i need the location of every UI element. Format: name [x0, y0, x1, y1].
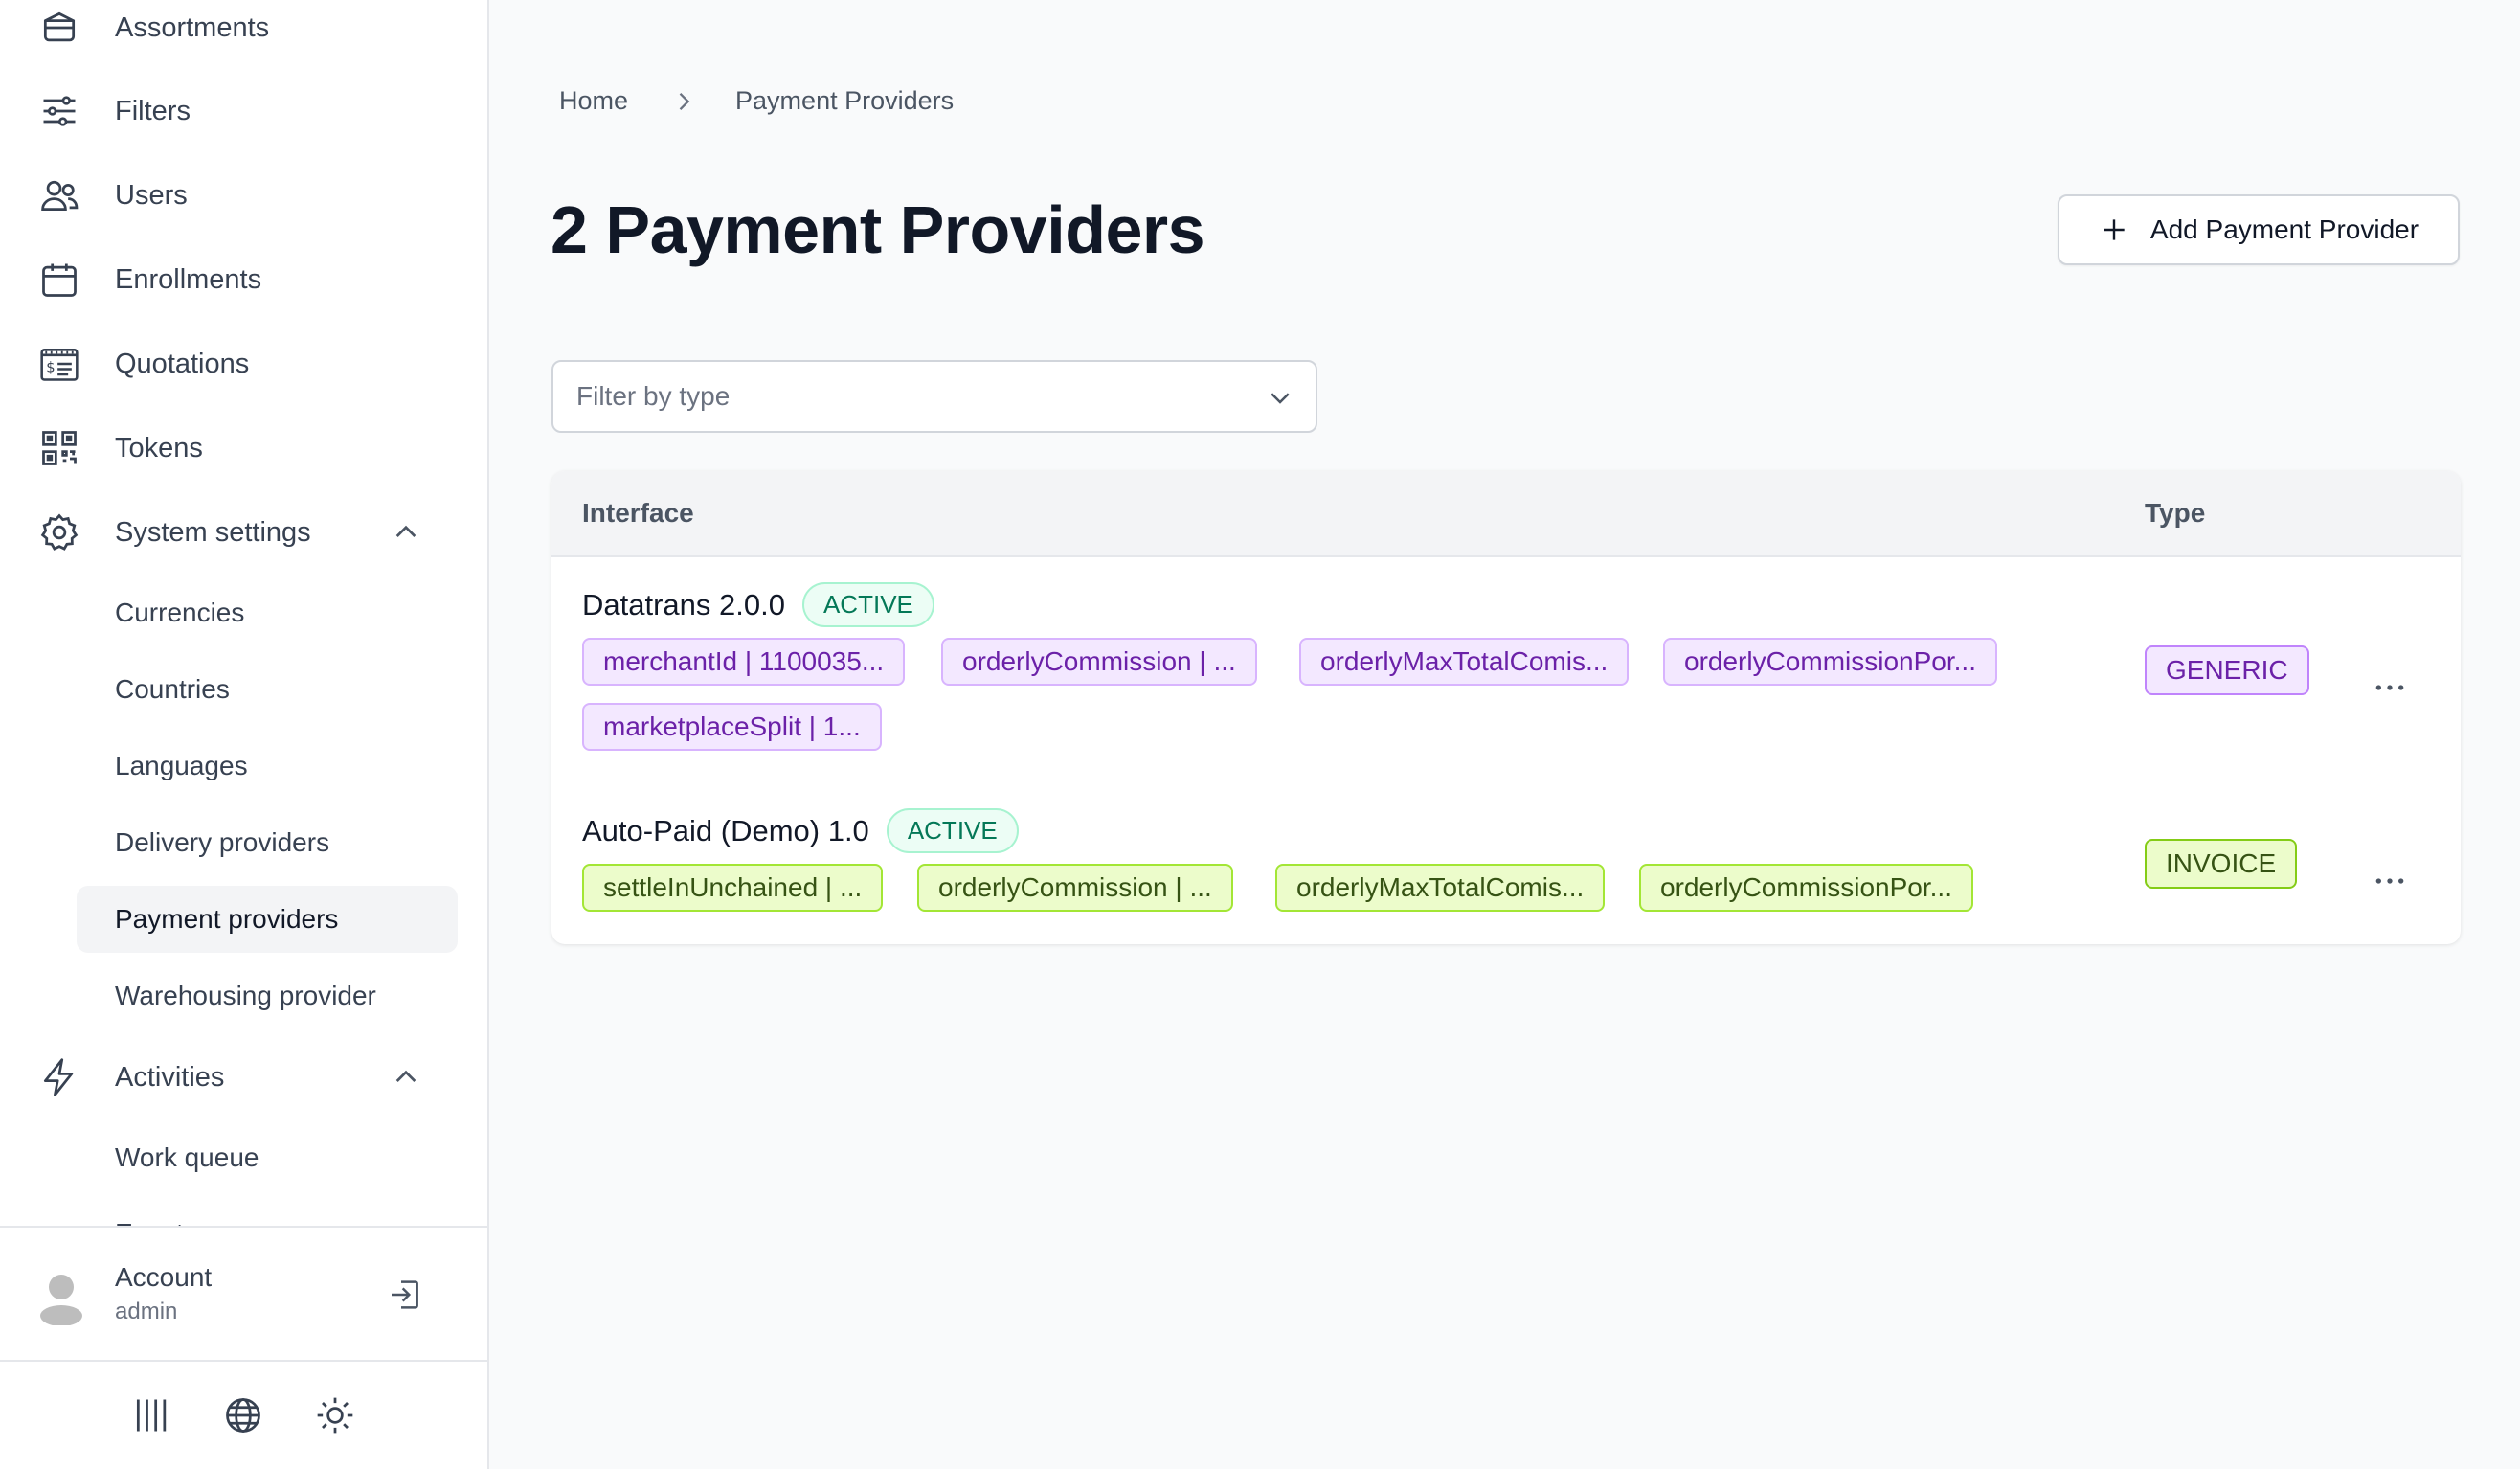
sidebar-item-label: Assortments: [115, 11, 270, 43]
provider-name[interactable]: Auto-Paid (Demo) 1.0 ACTIVE: [582, 808, 1019, 853]
type-badge: INVOICE: [2145, 839, 2298, 889]
config-chip[interactable]: merchantId | 1100035...: [582, 638, 906, 686]
receipt-icon: $: [38, 343, 80, 385]
config-chip[interactable]: orderlyMaxTotalComis...: [1275, 864, 1606, 912]
more-options-icon[interactable]: [2371, 862, 2409, 900]
sidebar-item-label: Tokens: [115, 432, 203, 463]
sidebar-item-activities[interactable]: Activities: [38, 1049, 460, 1106]
add-button-label: Add Payment Provider: [2149, 215, 2419, 244]
calendar-icon: [38, 259, 80, 301]
provider-name-text: Datatrans 2.0.0: [582, 587, 785, 622]
config-chip[interactable]: orderlyMaxTotalComis...: [1299, 638, 1630, 686]
plus-icon: [2104, 219, 2125, 240]
sidebar-item-quotations[interactable]: $ Quotations: [38, 335, 460, 393]
sidebar-item-label: Enrollments: [115, 263, 262, 295]
config-chip[interactable]: orderlyCommissionPor...: [1639, 864, 1973, 912]
table-header: Interface Type: [551, 471, 2461, 557]
sidebar-item-label: Users: [115, 179, 188, 211]
sidebar: Assortments Filters Users Enrollments $ …: [0, 0, 489, 1469]
qr-code-icon: [38, 427, 80, 469]
sidebar-subitem-currencies[interactable]: Currencies: [77, 579, 458, 646]
sidebar-subitem-work-queue[interactable]: Work queue: [77, 1124, 458, 1191]
sidebar-item-tokens[interactable]: Tokens: [38, 419, 460, 477]
config-chip[interactable]: settleInUnchained | ...: [582, 864, 884, 912]
type-badge: GENERIC: [2145, 645, 2309, 695]
column-header-interface[interactable]: Interface: [582, 498, 694, 529]
sidebar-item-assortments[interactable]: Assortments: [38, 0, 460, 56]
provider-name-text: Auto-Paid (Demo) 1.0: [582, 813, 869, 848]
config-chip[interactable]: orderlyCommission | ...: [917, 864, 1233, 912]
page-title: 2 Payment Providers: [551, 192, 1205, 267]
sidebar-item-label: Quotations: [115, 348, 250, 379]
avatar: [40, 1275, 82, 1325]
main-content: Home Payment Providers 2 Payment Provide…: [491, 0, 2520, 1469]
cube-icon: [38, 7, 80, 49]
breadcrumb: Home Payment Providers: [559, 86, 954, 116]
providers-table: Interface Type Datatrans 2.0.0 ACTIVE me…: [551, 471, 2461, 944]
users-icon: [38, 174, 80, 216]
sidebar-item-system-settings[interactable]: System settings: [38, 504, 460, 561]
more-options-icon[interactable]: [2371, 668, 2409, 707]
sidebar-subitem-languages[interactable]: Languages: [77, 733, 458, 800]
config-chip[interactable]: orderlyCommission | ...: [941, 638, 1257, 686]
sidebar-subitem-warehousing-provider[interactable]: Warehousing provider: [77, 962, 458, 1029]
svg-text:$: $: [46, 359, 55, 375]
globe-icon[interactable]: [222, 1394, 264, 1436]
sidebar-subitem-payment-providers[interactable]: Payment providers: [77, 886, 458, 953]
sidebar-item-label: Filters: [115, 95, 191, 126]
chevron-up-icon[interactable]: [391, 1062, 421, 1093]
sidebar-item-filters[interactable]: Filters: [38, 82, 460, 140]
chevron-up-icon[interactable]: [391, 517, 421, 548]
config-chip[interactable]: orderlyCommissionPor...: [1663, 638, 1997, 686]
status-badge: ACTIVE: [886, 808, 1019, 853]
logout-icon[interactable]: [387, 1276, 425, 1314]
add-payment-provider-button[interactable]: Add Payment Provider: [2058, 194, 2460, 265]
sidebar-item-label: Activities: [115, 1061, 225, 1093]
sidebar-subitem-delivery-providers[interactable]: Delivery providers: [77, 809, 458, 876]
bolt-icon: [38, 1056, 80, 1098]
chevron-right-icon: [679, 92, 690, 110]
account-section[interactable]: Account admin: [0, 1228, 487, 1360]
barcode-icon[interactable]: [131, 1394, 173, 1436]
breadcrumb-home[interactable]: Home: [559, 86, 628, 116]
gear-icon: [38, 511, 80, 554]
config-chip[interactable]: marketplaceSplit | 1...: [582, 703, 882, 751]
column-header-type[interactable]: Type: [2145, 498, 2205, 529]
account-name: Account: [115, 1262, 213, 1292]
filter-placeholder: Filter by type: [576, 381, 731, 411]
chevron-down-icon: [1271, 393, 1290, 404]
sidebar-subitem-countries[interactable]: Countries: [77, 656, 458, 723]
sidebar-item-users[interactable]: Users: [38, 167, 460, 224]
sidebar-footer: [0, 1362, 487, 1469]
sun-icon[interactable]: [314, 1394, 356, 1436]
breadcrumb-current[interactable]: Payment Providers: [735, 86, 954, 116]
account-role: admin: [115, 1299, 178, 1324]
status-badge: ACTIVE: [801, 582, 934, 627]
filter-type-select[interactable]: Filter by type: [551, 360, 1317, 433]
sidebar-item-label: System settings: [115, 516, 311, 548]
provider-name[interactable]: Datatrans 2.0.0 ACTIVE: [582, 582, 934, 627]
sidebar-item-enrollments[interactable]: Enrollments: [38, 251, 460, 308]
sliders-icon: [38, 90, 80, 132]
